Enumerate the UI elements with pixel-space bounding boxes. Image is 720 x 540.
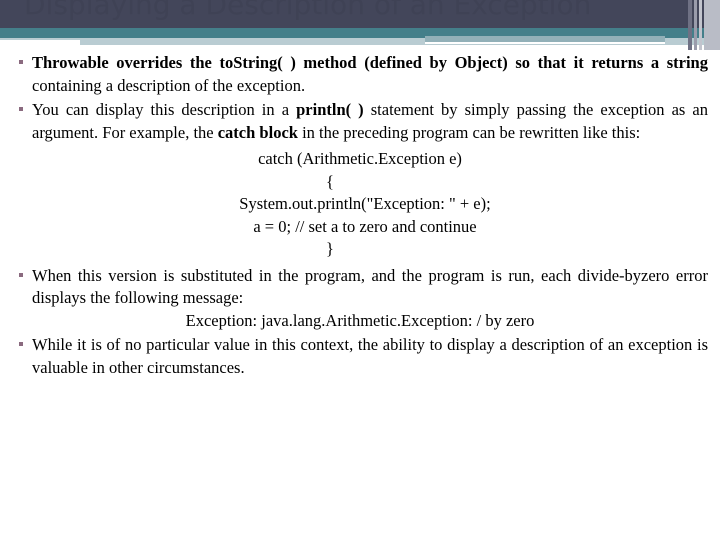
bullet-2-seg-4: catch block (217, 122, 298, 142)
bullet-1-seg-1: Throwable overrides the toString( ) meth… (32, 53, 708, 95)
code-line-4: a = 0; // set a to zero and continue (253, 216, 477, 236)
code-line-5: } (326, 239, 334, 258)
bullet-2-seg-2: println( ) (296, 100, 364, 119)
bullet-marker-icon (14, 99, 32, 111)
code-block: catch (Arithmetic.Exception e) { System.… (0, 148, 720, 261)
slide: Displaying a Description of an Exception… (0, 0, 720, 540)
slide-body: Throwable overrides the toString( ) meth… (0, 52, 720, 540)
bullet-item-3: When this version is substituted in the … (0, 265, 720, 310)
slide-header-banner: Displaying a Description of an Exception (0, 0, 720, 50)
bullet-marker-icon (14, 52, 32, 64)
code-line-2: { (326, 171, 334, 191)
header-white-left-bar (0, 40, 80, 45)
bullet-2-seg-5: in the preceding program can be rewritte… (297, 122, 641, 142)
bullet-marker-icon (14, 265, 32, 277)
slide-title: Displaying a Description of an Exception (24, 0, 592, 21)
code-line-3: System.out.println("Exception: " + e); (239, 194, 491, 213)
bullet-item-1: Throwable overrides the toString( ) meth… (0, 52, 720, 97)
code-line-1: catch (Arithmetic.Exception e) (258, 149, 462, 168)
program-output-line: Exception: java.lang.Arithmetic.Exceptio… (185, 310, 535, 330)
bullet-text-2: You can display this description in a pr… (32, 99, 708, 144)
bullet-text-1: Throwable overrides the toString( ) meth… (32, 52, 708, 97)
bullet-2-seg-1: You can display this description in a (32, 100, 297, 119)
bullet-text-3: When this version is substituted in the … (32, 265, 708, 308)
bullet-item-4: While it is of no particular value in th… (0, 334, 720, 379)
header-vertical-bar-4 (704, 0, 720, 50)
bullet-text-4: While it is of no particular value in th… (32, 335, 708, 377)
header-vertical-bar-3 (699, 0, 702, 50)
bullet-item-2: You can display this description in a pr… (0, 99, 720, 144)
header-white-gap-line (425, 42, 665, 44)
bullet-marker-icon (14, 334, 32, 346)
